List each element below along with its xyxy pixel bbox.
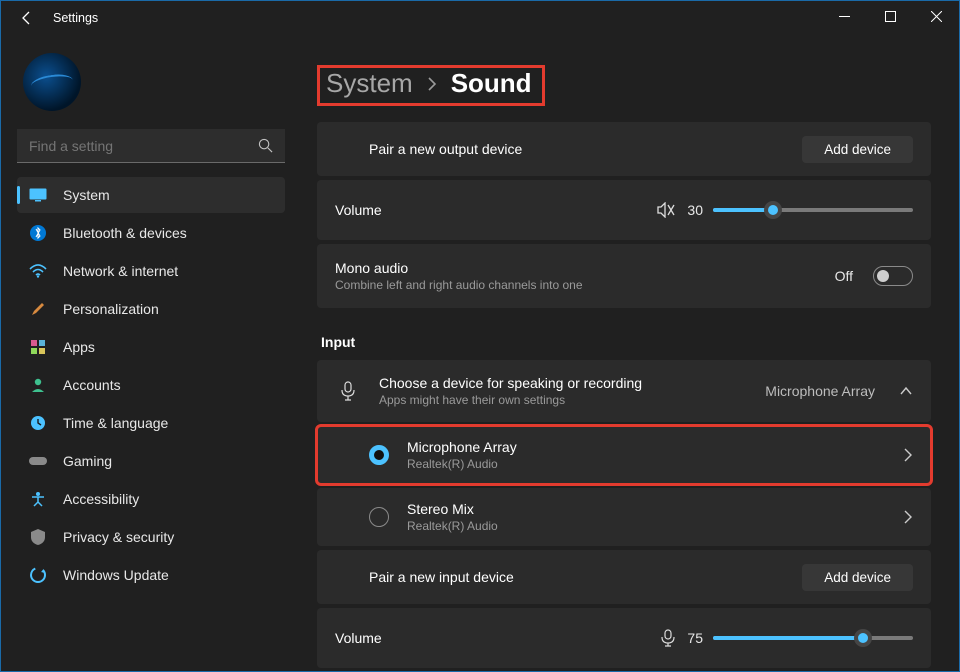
brush-icon <box>27 301 49 317</box>
arrow-left-icon <box>19 10 35 26</box>
output-volume-value: 30 <box>687 202 703 218</box>
nav-label: Windows Update <box>63 567 169 583</box>
nav-system[interactable]: System <box>17 177 285 213</box>
nav-bluetooth[interactable]: Bluetooth & devices <box>17 215 285 251</box>
close-icon <box>931 11 942 22</box>
nav-label: Time & language <box>63 415 168 431</box>
nav-label: Personalization <box>63 301 159 317</box>
search-icon <box>258 138 273 153</box>
window-title: Settings <box>53 11 98 25</box>
choose-input-row[interactable]: Choose a device for speaking or recordin… <box>317 360 931 422</box>
maximize-button[interactable] <box>867 1 913 31</box>
input-device-stereo-mix[interactable]: Stereo Mix Realtek(R) Audio <box>317 488 931 546</box>
mono-audio-subtitle: Combine left and right audio channels in… <box>335 278 835 292</box>
mono-toggle-state: Off <box>835 268 853 284</box>
accessibility-icon <box>27 491 49 507</box>
mono-audio-row[interactable]: Mono audio Combine left and right audio … <box>317 244 931 308</box>
chevron-right-icon <box>427 77 437 91</box>
breadcrumb-parent[interactable]: System <box>326 68 413 99</box>
gamepad-icon <box>27 455 49 467</box>
update-icon <box>27 567 49 583</box>
apps-icon <box>27 339 49 355</box>
device-driver: Realtek(R) Audio <box>407 519 498 533</box>
nav-label: Privacy & security <box>63 529 174 545</box>
back-button[interactable] <box>19 10 37 26</box>
radio-unselected[interactable] <box>369 507 389 527</box>
microphone-icon <box>661 629 675 647</box>
output-volume-row: Volume 30 <box>317 180 931 240</box>
nav-label: Accounts <box>63 377 121 393</box>
nav-label: System <box>63 187 110 203</box>
nav-update[interactable]: Windows Update <box>17 557 285 593</box>
pair-input-row: Pair a new input device Add device <box>317 550 931 604</box>
nav-time[interactable]: Time & language <box>17 405 285 441</box>
mute-icon[interactable] <box>657 202 675 218</box>
breadcrumb: System Sound <box>317 65 545 106</box>
nav-label: Bluetooth & devices <box>63 225 187 241</box>
pair-input-label: Pair a new input device <box>369 569 514 585</box>
nav-label: Network & internet <box>63 263 178 279</box>
minimize-button[interactable] <box>821 1 867 31</box>
input-volume-row: Volume 75 <box>317 608 931 668</box>
wifi-icon <box>27 264 49 278</box>
choose-input-title: Choose a device for speaking or recordin… <box>379 375 642 391</box>
user-icon <box>27 377 49 393</box>
output-volume-label: Volume <box>335 202 382 218</box>
pair-output-label: Pair a new output device <box>369 141 522 157</box>
output-volume-slider[interactable] <box>713 208 913 212</box>
selected-input-device: Microphone Array <box>765 383 875 399</box>
user-avatar[interactable] <box>23 53 81 111</box>
nav-label: Apps <box>63 339 95 355</box>
shield-icon <box>27 529 49 545</box>
nav-accessibility[interactable]: Accessibility <box>17 481 285 517</box>
nav-personalization[interactable]: Personalization <box>17 291 285 327</box>
device-name: Microphone Array <box>407 439 517 455</box>
mono-audio-toggle[interactable] <box>873 266 913 286</box>
nav-list: System Bluetooth & devices Network & int… <box>17 177 285 593</box>
minimize-icon <box>839 11 850 22</box>
input-volume-slider[interactable] <box>713 636 913 640</box>
nav-privacy[interactable]: Privacy & security <box>17 519 285 555</box>
close-button[interactable] <box>913 1 959 31</box>
nav-gaming[interactable]: Gaming <box>17 443 285 479</box>
input-volume-label: Volume <box>335 630 382 646</box>
device-driver: Realtek(R) Audio <box>407 457 517 471</box>
chevron-up-icon <box>899 386 913 396</box>
search-input[interactable] <box>17 129 285 163</box>
mono-audio-title: Mono audio <box>335 260 835 276</box>
choose-input-subtitle: Apps might have their own settings <box>379 393 642 407</box>
display-icon <box>27 188 49 202</box>
nav-label: Gaming <box>63 453 112 469</box>
maximize-icon <box>885 11 896 22</box>
add-output-device-button[interactable]: Add device <box>802 136 913 163</box>
input-device-microphone-array[interactable]: Microphone Array Realtek(R) Audio <box>317 426 931 484</box>
bluetooth-icon <box>27 225 49 241</box>
add-input-device-button[interactable]: Add device <box>802 564 913 591</box>
pair-output-row: Pair a new output device Add device <box>317 122 931 176</box>
device-name: Stereo Mix <box>407 501 498 517</box>
chevron-right-icon <box>903 448 913 462</box>
chevron-right-icon <box>903 510 913 524</box>
nav-apps[interactable]: Apps <box>17 329 285 365</box>
input-volume-value: 75 <box>687 630 703 646</box>
nav-accounts[interactable]: Accounts <box>17 367 285 403</box>
breadcrumb-current: Sound <box>451 68 532 99</box>
nav-network[interactable]: Network & internet <box>17 253 285 289</box>
nav-label: Accessibility <box>63 491 139 507</box>
microphone-icon <box>335 381 361 401</box>
input-section-heading: Input <box>321 334 931 350</box>
radio-selected[interactable] <box>369 445 389 465</box>
clock-icon <box>27 415 49 431</box>
